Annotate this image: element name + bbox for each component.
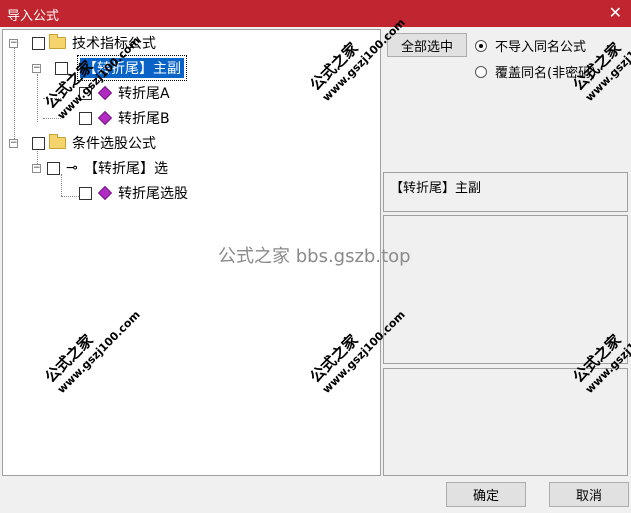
ok-button[interactable]: 确定 xyxy=(446,482,526,507)
collapse-icon[interactable]: − xyxy=(9,138,18,148)
formula-gem-icon xyxy=(97,110,113,126)
formula-gem-icon xyxy=(97,85,113,101)
collapse-icon[interactable]: − xyxy=(32,63,41,73)
collapse-icon[interactable]: − xyxy=(32,163,41,173)
tree-item-label: 转折尾B xyxy=(118,111,170,127)
group-checkbox[interactable] xyxy=(32,36,45,50)
tree-item-select[interactable]: − ⊸ 【转折尾】选 xyxy=(32,158,168,178)
preview-name: 【转折尾】主副 xyxy=(390,181,482,196)
tree-group-label: 条件选股公式 xyxy=(72,136,156,152)
tree-item-label: 转折尾选股 xyxy=(118,186,188,202)
folder-icon xyxy=(49,134,66,149)
formula-name-preview: 【转折尾】主副 xyxy=(383,172,628,212)
radio-skip-duplicates[interactable]: 不导入同名公式 xyxy=(475,36,586,55)
radio-button[interactable] xyxy=(475,65,487,78)
radio-label: 不导入同名公式 xyxy=(495,40,587,55)
tree-item-label: 【转折尾】选 xyxy=(84,161,168,177)
key-icon: ⊸ xyxy=(66,160,78,176)
tree-connector xyxy=(14,43,15,143)
tree-item-label: 转折尾A xyxy=(118,86,170,102)
window-title: 导入公式 xyxy=(7,9,60,24)
item-checkbox[interactable] xyxy=(79,186,92,200)
description-panel xyxy=(383,215,628,364)
tree-connector xyxy=(61,196,79,197)
group-checkbox[interactable] xyxy=(32,136,45,150)
tree-group-stock-select[interactable]: − 条件选股公式 xyxy=(9,133,156,153)
item-checkbox[interactable] xyxy=(79,111,92,125)
folder-icon xyxy=(49,34,66,49)
tree-item-b[interactable]: 转折尾B xyxy=(79,108,170,128)
tree-item-select-stock[interactable]: 转折尾选股 xyxy=(79,183,188,203)
tree-connector xyxy=(43,118,61,119)
radio-button[interactable] xyxy=(475,39,487,52)
select-all-button[interactable]: 全部选中 xyxy=(387,33,467,57)
collapse-icon[interactable]: − xyxy=(9,38,18,48)
tree-connector xyxy=(37,74,38,122)
title-bar: 导入公式 ✕ xyxy=(0,0,631,27)
formula-gem-icon xyxy=(97,185,113,201)
item-checkbox[interactable] xyxy=(47,161,60,175)
close-icon[interactable]: ✕ xyxy=(609,3,622,23)
center-watermark: 公式之家 bbs.gszb.top xyxy=(218,246,411,267)
cancel-button[interactable]: 取消 xyxy=(549,482,629,507)
